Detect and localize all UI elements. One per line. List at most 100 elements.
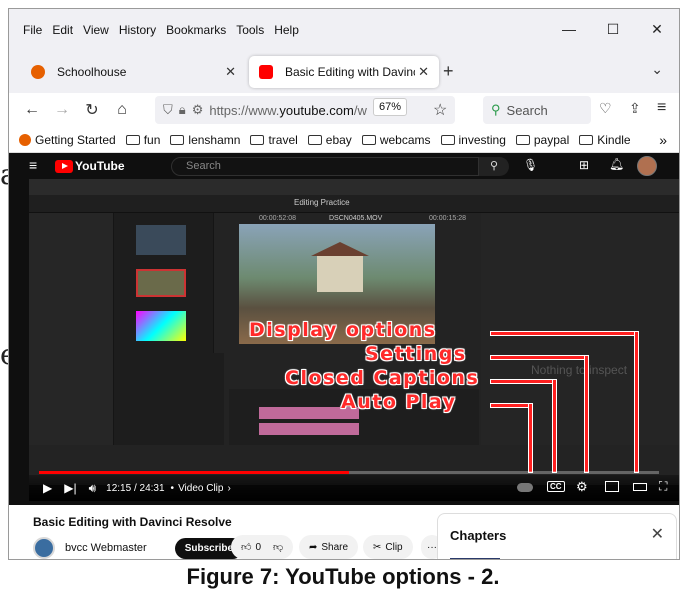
- clip-label: Clip: [385, 541, 403, 553]
- home-icon[interactable]: ⌂: [107, 101, 137, 119]
- menu-edit[interactable]: Edit: [52, 23, 73, 37]
- like-count: 0: [255, 541, 262, 553]
- window-controls: — ☐ ✕: [547, 19, 679, 39]
- notifications-bell-icon[interactable]: 🔔︎: [609, 157, 624, 171]
- chapters-heading: Chapters: [450, 528, 507, 543]
- nothing-to-inspect-label: Nothing to inspect: [531, 363, 628, 377]
- menu-bookmarks[interactable]: Bookmarks: [166, 23, 226, 37]
- minimize-button[interactable]: —: [547, 19, 591, 39]
- leader-line-display-vertical: [635, 332, 638, 472]
- bookmark-folder-travel[interactable]: travel: [250, 133, 298, 147]
- lock-icon[interactable]: 🔒︎: [179, 102, 186, 118]
- youtube-search-icon[interactable]: ⚲: [479, 157, 509, 176]
- youtube-logo[interactable]: YouTube: [55, 159, 125, 173]
- chevron-right-icon[interactable]: ›: [227, 483, 230, 494]
- resolve-media-pool-panel: [29, 213, 114, 445]
- close-button[interactable]: ✕: [635, 19, 679, 39]
- menu-help[interactable]: Help: [274, 23, 299, 37]
- tab-title: Schoolhouse: [57, 65, 127, 79]
- menu-view[interactable]: View: [83, 23, 109, 37]
- channel-avatar[interactable]: [33, 537, 55, 559]
- scissors-icon: ✂: [373, 541, 382, 553]
- theater-mode-icon[interactable]: [633, 483, 647, 491]
- bookmark-label: ebay: [325, 132, 352, 147]
- bookmark-folder-webcams[interactable]: webcams: [361, 133, 431, 147]
- resolve-timecode-left: 00:00:52:08: [259, 215, 296, 222]
- color-gradient-thumbnail: [136, 311, 186, 341]
- pocket-icon[interactable]: ♡: [599, 100, 612, 117]
- thumbs-up-icon[interactable]: 👍︎: [241, 541, 251, 553]
- tab-title: Basic Editing with Davinci Resc: [285, 65, 415, 79]
- hamburger-menu-icon[interactable]: ≡: [657, 99, 666, 117]
- youtube-header: ≡ YouTube Search ⚲ 🎙︎ ⊞ 🔔︎: [9, 153, 679, 179]
- search-icon: ⚲: [491, 102, 501, 117]
- like-dislike-button[interactable]: 👍︎ 0 👎︎: [231, 535, 294, 559]
- video-player[interactable]: Editing Practice 00:00:52:08 DSCN0405.MO…: [29, 179, 679, 485]
- shield-icon[interactable]: ⛉: [163, 102, 173, 118]
- callout-display-options: Display options: [249, 319, 437, 341]
- maximize-button[interactable]: ☐: [591, 19, 635, 39]
- bookmark-folder-fun[interactable]: fun: [125, 133, 160, 147]
- chapter-thumbnail[interactable]: [450, 558, 500, 559]
- tab-close-icon[interactable]: ✕: [418, 64, 429, 80]
- menu-history[interactable]: History: [119, 23, 156, 37]
- miniplayer-icon[interactable]: [605, 481, 619, 492]
- back-icon[interactable]: ←: [17, 101, 47, 119]
- folder-icon: [250, 134, 265, 145]
- tab-youtube-video[interactable]: Basic Editing with Davinci Resc ✕: [249, 56, 439, 88]
- autoplay-toggle[interactable]: [517, 483, 533, 492]
- new-tab-button[interactable]: +: [443, 61, 454, 82]
- progress-bar[interactable]: [39, 471, 659, 474]
- menu-tools[interactable]: Tools: [236, 23, 264, 37]
- share-button[interactable]: ➦ Share: [299, 535, 359, 559]
- bookmarks-overflow-icon[interactable]: »: [659, 132, 667, 148]
- menu-file[interactable]: File: [23, 23, 42, 37]
- leader-line-autoplay-vertical: [529, 404, 532, 472]
- next-icon[interactable]: ▶|: [64, 481, 76, 495]
- create-video-icon[interactable]: ⊞: [579, 158, 589, 172]
- page: a e File Edit View History Bookmarks Too…: [0, 0, 686, 598]
- bookmark-folder-kindle[interactable]: Kindle: [579, 133, 631, 147]
- tab-close-icon[interactable]: ✕: [225, 64, 236, 80]
- forward-icon[interactable]: →: [47, 101, 77, 119]
- reload-icon[interactable]: ↻: [77, 100, 107, 120]
- chapter-separator: •: [170, 482, 175, 494]
- channel-name[interactable]: bvcc Webmaster: [65, 542, 147, 554]
- url-domain: youtube.com: [279, 102, 354, 118]
- search-input[interactable]: ⚲ Search: [483, 96, 591, 124]
- youtube-search-input[interactable]: Search: [171, 157, 479, 176]
- schoolhouse-roof: [311, 242, 369, 256]
- bookmark-star-icon[interactable]: ☆: [433, 100, 447, 120]
- bookmark-folder-ebay[interactable]: ebay: [307, 132, 352, 147]
- list-tabs-button[interactable]: ⌄: [651, 61, 663, 78]
- share-icon[interactable]: ⇪: [629, 100, 641, 117]
- bookmark-folder-investing[interactable]: investing: [440, 133, 506, 147]
- chapters-panel: Chapters ✕: [437, 513, 677, 559]
- microphone-icon[interactable]: 🎙︎: [523, 158, 538, 172]
- tab-schoolhouse[interactable]: Schoolhouse ✕: [21, 56, 246, 88]
- permissions-icon[interactable]: ⚙: [192, 102, 204, 118]
- chapter-title[interactable]: Video Clip: [178, 483, 223, 494]
- account-avatar[interactable]: [637, 156, 657, 176]
- settings-gear-icon[interactable]: ⚙: [576, 479, 588, 495]
- closed-captions-icon[interactable]: CC: [547, 481, 565, 492]
- share-arrow-icon: ➦: [309, 541, 318, 553]
- play-icon[interactable]: ▶: [43, 481, 52, 495]
- fullscreen-icon[interactable]: ⛶: [659, 479, 667, 494]
- callout-closed-captions: Closed Captions: [285, 367, 480, 389]
- bookmark-folder-lenshamn[interactable]: lenshamn: [170, 133, 240, 147]
- thumbs-down-icon[interactable]: 👎︎: [273, 541, 283, 553]
- close-icon[interactable]: ✕: [651, 524, 664, 544]
- guide-menu-icon[interactable]: ≡: [29, 157, 37, 173]
- bookmark-label: paypal: [533, 132, 570, 147]
- volume-icon[interactable]: 🔊︎: [89, 481, 97, 496]
- leader-line-display: [491, 332, 637, 335]
- folder-icon: [170, 134, 185, 145]
- zoom-indicator[interactable]: 67%: [373, 98, 407, 116]
- bookmark-getting-started[interactable]: Getting Started: [19, 133, 116, 147]
- url-bar[interactable]: ⛉ 🔒︎ ⚙ https://www. youtube.com/w: [155, 96, 455, 124]
- time-display: 12:15 / 24:31: [106, 482, 165, 494]
- bookmark-folder-paypal[interactable]: paypal: [515, 132, 570, 147]
- schoolhouse-building: [317, 254, 363, 292]
- clip-button[interactable]: ✂ Clip: [363, 535, 413, 559]
